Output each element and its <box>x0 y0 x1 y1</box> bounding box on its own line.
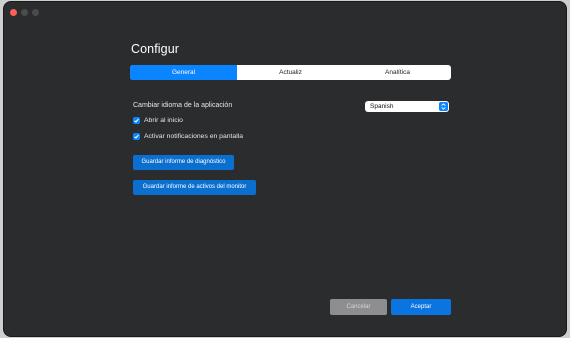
page-title: Configur <box>131 42 180 56</box>
save-diagnostic-report-button[interactable]: Guardar informe de diagnóstico <box>133 155 234 170</box>
select-arrows-icon <box>439 102 448 111</box>
checkmark-icon <box>134 134 139 139</box>
screen-notifications-checkbox[interactable] <box>133 133 140 140</box>
tab-updates[interactable]: Actualiz <box>237 65 344 80</box>
title-bar <box>4 2 566 20</box>
tab-analytics[interactable]: Analítica <box>344 65 451 80</box>
cancel-button[interactable]: Cancelar <box>330 299 387 315</box>
zoom-window-button[interactable] <box>32 9 39 16</box>
tab-bar: General Actualiz Analítica <box>130 65 451 80</box>
tab-general[interactable]: General <box>130 65 237 80</box>
checkmark-icon <box>134 118 139 123</box>
open-at-startup-label: Abrir al inicio <box>144 117 183 124</box>
language-select[interactable]: Spanish <box>365 101 449 112</box>
language-label: Cambiar idioma de la aplicación <box>133 102 233 109</box>
open-at-startup-option[interactable]: Abrir al inicio <box>133 117 183 124</box>
minimize-window-button[interactable] <box>21 9 28 16</box>
close-window-button[interactable] <box>10 9 17 16</box>
save-monitor-asset-report-button[interactable]: Guardar informe de activos del monitor <box>133 180 256 195</box>
accept-button[interactable]: Aceptar <box>391 299 451 315</box>
open-at-startup-checkbox[interactable] <box>133 117 140 124</box>
screen-notifications-option[interactable]: Activar notificaciones en pantalla <box>133 133 243 140</box>
language-select-value: Spanish <box>370 103 394 110</box>
screen-notifications-label: Activar notificaciones en pantalla <box>144 133 243 140</box>
app-window: Configur General Actualiz Analítica Camb… <box>4 2 566 336</box>
